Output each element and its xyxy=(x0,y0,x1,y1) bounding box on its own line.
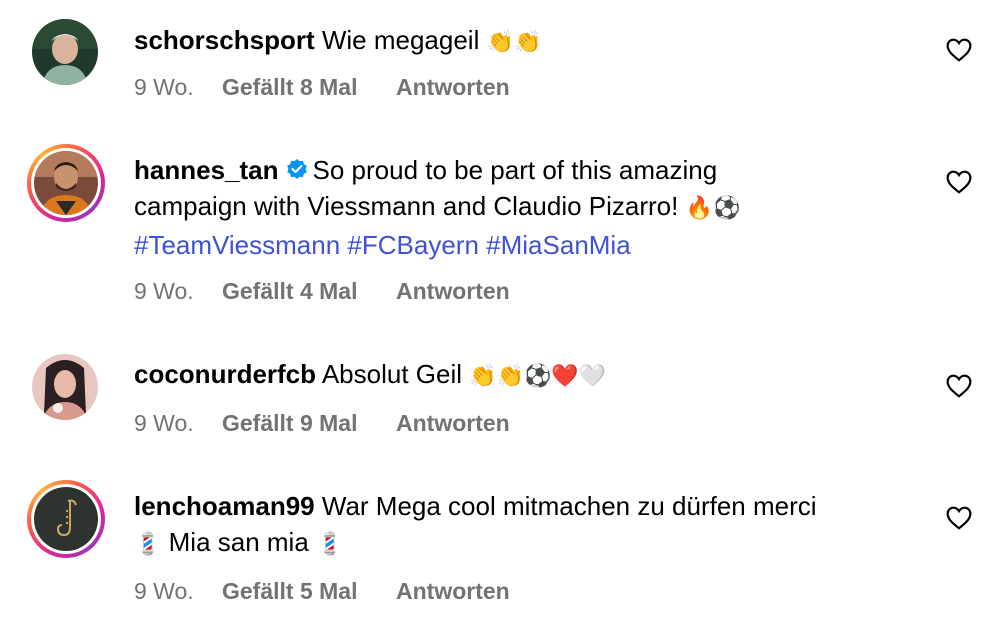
comment-text: schorschsport Wie megageil 👏👏 xyxy=(134,22,914,61)
reply-button[interactable]: Antworten xyxy=(396,74,510,101)
heart-outline-icon[interactable] xyxy=(946,374,972,398)
timestamp[interactable]: 9 Wo. xyxy=(134,578,222,605)
reaction-emojis: 👏👏⚽❤️🤍 xyxy=(469,364,607,389)
comment-meta: 9 Wo. Gefällt 5 Mal Antworten xyxy=(134,578,510,605)
timestamp[interactable]: 9 Wo. xyxy=(134,74,222,101)
comment-text: coconurderfcb Absolut Geil 👏👏⚽❤️🤍 xyxy=(134,356,914,395)
barber-pole-emoji: 💈 xyxy=(316,532,344,557)
comment-body-line1: War Mega cool mitmachen zu dürfen merci xyxy=(321,491,817,521)
likes-count[interactable]: Gefällt 8 Mal xyxy=(222,74,396,101)
comment-text: hannes_tan So proud to be part of this a… xyxy=(134,152,914,263)
comment-body-line2: campaign with Viessmann and Claudio Piza… xyxy=(134,191,686,221)
likes-count[interactable]: Gefällt 5 Mal xyxy=(222,578,396,605)
avatar[interactable] xyxy=(27,480,105,558)
comment-meta: 9 Wo. Gefällt 9 Mal Antworten xyxy=(134,410,510,437)
username[interactable]: coconurderfcb xyxy=(134,359,316,389)
clap-emoji: 👏👏 xyxy=(486,30,542,55)
comment-meta: 9 Wo. Gefällt 8 Mal Antworten xyxy=(134,74,510,101)
likes-count[interactable]: Gefällt 9 Mal xyxy=(222,410,396,437)
verified-badge-icon xyxy=(286,159,307,179)
avatar[interactable] xyxy=(32,354,98,420)
reply-button[interactable]: Antworten xyxy=(396,578,510,605)
avatar[interactable] xyxy=(32,19,98,85)
heart-outline-icon[interactable] xyxy=(946,170,972,194)
comment-body-line1: So proud to be part of this amazing xyxy=(312,155,718,185)
likes-count[interactable]: Gefällt 4 Mal xyxy=(222,278,396,305)
avatar[interactable] xyxy=(27,144,105,222)
comment-meta: 9 Wo. Gefällt 4 Mal Antworten xyxy=(134,278,510,305)
heart-outline-icon[interactable] xyxy=(946,38,972,62)
hashtag-link[interactable]: #MiaSanMia xyxy=(486,230,631,260)
barber-pole-emoji: 💈 xyxy=(134,532,162,557)
username[interactable]: schorschsport xyxy=(134,25,315,55)
reply-button[interactable]: Antworten xyxy=(396,278,510,305)
comment-body: Wie megageil xyxy=(321,25,487,55)
comment-body: Absolut Geil xyxy=(321,359,470,389)
timestamp[interactable]: 9 Wo. xyxy=(134,278,222,305)
reply-button[interactable]: Antworten xyxy=(396,410,510,437)
fire-football-emoji: 🔥⚽ xyxy=(685,196,741,221)
username[interactable]: hannes_tan xyxy=(134,155,279,185)
heart-outline-icon[interactable] xyxy=(946,506,972,530)
timestamp[interactable]: 9 Wo. xyxy=(134,410,222,437)
hashtag-link[interactable]: #FCBayern xyxy=(347,230,479,260)
hashtag-link[interactable]: #TeamViessmann xyxy=(134,230,340,260)
comment-body-line2: Mia san mia xyxy=(161,527,317,557)
username[interactable]: lenchoaman99 xyxy=(134,491,315,521)
comment-text: lenchoaman99 War Mega cool mitmachen zu … xyxy=(134,488,914,563)
